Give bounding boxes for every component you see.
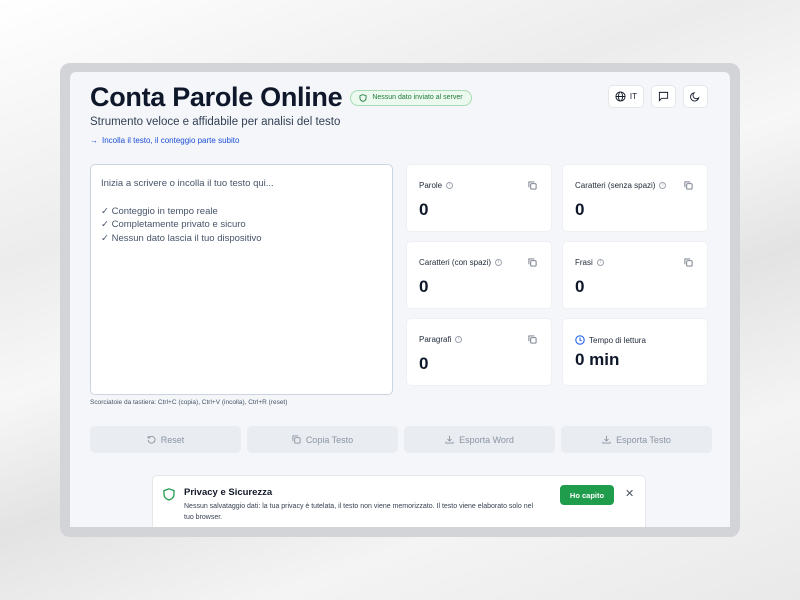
moon-icon [690,92,700,102]
stat-label: Frasi [575,258,593,267]
hint-link[interactable]: → Incolla il testo, il conteggio parte s… [90,136,239,145]
export-text-button[interactable]: Esporta Testo [561,426,712,453]
privacy-banner: Privacy e Sicurezza Nessun salvataggio d… [152,475,646,527]
privacy-badge-text: Nessun dato inviato al server [372,94,463,101]
reset-label: Reset [160,434,185,445]
reset-icon [147,435,156,444]
stat-card-sentences: Frasi i 0 [562,241,708,309]
stat-value: 0 min [575,350,620,369]
stat-label: Parole [419,181,443,190]
editor-feature: ✓ Nessun dato lascia il tuo dispositivo [101,232,262,244]
header: Conta Parole Online Nessun dato inviato … [90,82,472,113]
page-title: Conta Parole Online [90,82,343,112]
copy-icon [292,435,301,444]
stat-label: Paragrafi [419,335,452,344]
copy-icon[interactable] [684,181,693,190]
banner-text: Nessun salvataggio dati: la tua privacy … [184,503,534,521]
privacy-badge: Nessun dato inviato al server [350,89,472,106]
stat-value: 0 [575,277,585,296]
feedback-button[interactable] [651,85,676,108]
info-icon[interactable]: i [446,182,454,189]
stat-card-reading-time: Tempo di lettura 0 min [562,318,708,386]
stat-value: 0 [575,200,585,219]
close-icon[interactable]: ✕ [625,487,634,500]
stat-value: 0 [419,354,429,373]
clock-icon [575,335,585,345]
language-button[interactable]: IT [607,85,644,108]
stat-label: Caratteri (con spazi) [419,258,492,267]
copy-text-button[interactable]: Copia Testo [247,426,398,453]
stat-card-chars-no-spaces: Caratteri (senza spazi) i 0 [562,164,708,232]
action-bar: Reset Copia Testo Esporta Word Esporta T… [90,426,712,453]
download-icon [445,435,454,444]
shield-icon [163,488,175,501]
stat-label: Tempo di lettura [589,335,646,345]
dark-mode-button[interactable] [683,85,708,108]
export-word-button[interactable]: Esporta Word [404,426,555,453]
banner-title: Privacy e Sicurezza [184,487,273,498]
arrow-right-icon: → [90,136,98,145]
editor-placeholder: Inizia a scrivere o incolla il tuo testo… [101,178,274,189]
info-icon[interactable]: i [596,259,604,266]
stat-value: 0 [419,200,429,219]
text-editor[interactable]: Inizia a scrivere o incolla il tuo testo… [90,164,393,395]
hint-text: Incolla il testo, il conteggio parte sub… [102,136,240,145]
editor-feature: ✓ Completamente privato e sicuro [101,219,246,230]
reset-button[interactable]: Reset [90,426,241,453]
chat-icon [658,91,669,102]
download-icon [602,435,611,444]
stat-card-paragraphs: Paragrafi i 0 [406,318,552,386]
copy-icon[interactable] [528,181,537,190]
stat-label: Caratteri (senza spazi) [575,181,656,190]
keyboard-shortcuts: Scorciatoie da tastiera: Ctrl+C (copia),… [90,399,288,406]
copy-icon[interactable] [528,335,537,344]
export-text-label: Esporta Testo [616,434,671,445]
stat-card-words: Parole i 0 [406,164,552,232]
stat-card-chars-with-spaces: Caratteri (con spazi) i 0 [406,241,552,309]
globe-icon [615,91,626,102]
copy-icon[interactable] [684,258,693,267]
stat-value: 0 [419,277,429,296]
info-icon[interactable]: i [455,336,463,343]
editor-feature: ✓ Conteggio in tempo reale [101,205,218,217]
shield-icon [359,93,367,102]
app-window: Conta Parole Online Nessun dato inviato … [70,72,730,527]
language-label: IT [629,92,637,101]
accept-button[interactable]: Ho capito [560,485,614,505]
copy-text-label: Copia Testo [305,434,354,445]
page-subtitle: Strumento veloce e affidabile per analis… [90,116,341,128]
top-toolbar: IT [607,85,708,108]
info-icon[interactable]: i [659,182,667,189]
copy-icon[interactable] [528,258,537,267]
export-word-label: Esporta Word [459,434,514,445]
info-icon[interactable]: i [495,259,503,266]
